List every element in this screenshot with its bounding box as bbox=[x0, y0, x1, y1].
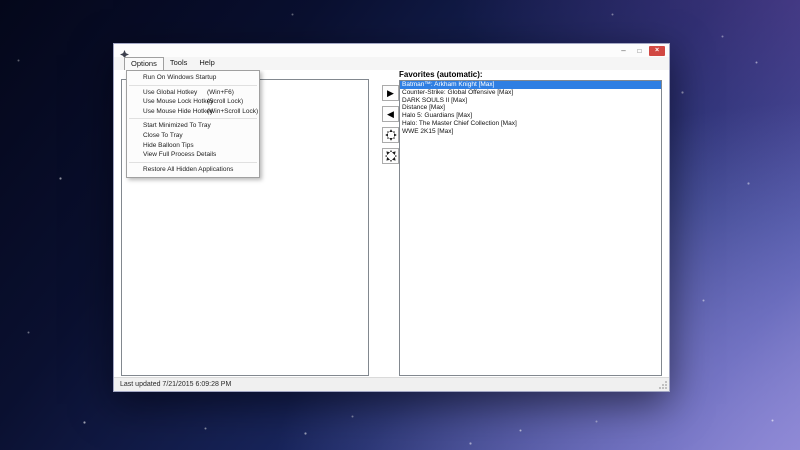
menu-item-shortcut: (Scroll Lock) bbox=[207, 97, 243, 107]
options-menu-dropdown: Run On Windows Startup Use Global Hotkey… bbox=[126, 70, 260, 178]
titlebar[interactable]: – □ × bbox=[114, 44, 669, 57]
menubar: Options Tools Help bbox=[114, 57, 669, 70]
menu-separator bbox=[129, 85, 257, 86]
favorites-item[interactable]: Halo 5: Guardians [Max] bbox=[400, 112, 661, 120]
favorites-item[interactable]: Batman™: Arkham Knight [Max] bbox=[400, 81, 661, 89]
dotted-square-arrows-icon bbox=[385, 150, 397, 162]
remove-from-favorites-button[interactable]: ◀ bbox=[382, 106, 399, 122]
menu-item-shortcut: (Win+Scroll Lock) bbox=[207, 107, 258, 117]
favorites-item[interactable]: Counter-Strike: Global Offensive [Max] bbox=[400, 89, 661, 97]
app-window: – □ × Options Tools Help ▶ bbox=[113, 43, 670, 392]
statusbar: Last updated 7/21/2015 6:09:28 PM bbox=[114, 377, 669, 391]
favorites-item[interactable]: WWE 2K15 [Max] bbox=[400, 128, 661, 136]
caption-buttons: – □ × bbox=[617, 46, 665, 56]
dotted-circle-arrows-icon bbox=[385, 129, 397, 141]
menu-item-label: Run On Windows Startup bbox=[143, 74, 216, 81]
menu-item-start-minimized-to-tray[interactable]: Start Minimized To Tray bbox=[127, 121, 259, 131]
menu-item-use-mouse-hide-hotkey[interactable]: Use Mouse Hide Hotkey (Win+Scroll Lock) bbox=[127, 107, 259, 117]
menu-item-use-global-hotkey[interactable]: Use Global Hotkey (Win+F6) bbox=[127, 88, 259, 98]
content-area: ▶ ◀ bbox=[114, 70, 669, 378]
menu-item-restore-all-hidden-applications[interactable]: Restore All Hidden Applications bbox=[127, 165, 259, 175]
menu-item-label: Restore All Hidden Applications bbox=[143, 166, 233, 173]
maximize-icon: □ bbox=[638, 47, 642, 56]
menu-separator bbox=[129, 162, 257, 163]
menu-separator bbox=[129, 118, 257, 119]
menu-item-label: Close To Tray bbox=[143, 132, 183, 139]
menu-options[interactable]: Options bbox=[124, 57, 164, 70]
menu-item-label: Use Mouse Hide Hotkey bbox=[143, 108, 213, 115]
menu-item-use-mouse-lock-hotkey[interactable]: Use Mouse Lock Hotkey (Scroll Lock) bbox=[127, 97, 259, 107]
maximize-button[interactable]: □ bbox=[633, 47, 646, 56]
menu-help[interactable]: Help bbox=[193, 57, 220, 70]
menu-item-view-full-process-details[interactable]: View Full Process Details bbox=[127, 150, 259, 160]
right-triangle-icon: ▶ bbox=[387, 88, 394, 99]
menu-item-label: View Full Process Details bbox=[143, 151, 216, 158]
close-icon: × bbox=[655, 46, 659, 56]
mouse-lock-button[interactable] bbox=[382, 127, 399, 143]
mouse-hide-button[interactable] bbox=[382, 148, 399, 164]
favorites-label: Favorites (automatic): bbox=[399, 70, 483, 79]
borderless-gaming-icon bbox=[120, 46, 129, 55]
favorites-item[interactable]: DARK SOULS II [Max] bbox=[400, 97, 661, 105]
menu-item-hide-balloon-tips[interactable]: Hide Balloon Tips bbox=[127, 141, 259, 151]
resize-grip[interactable] bbox=[658, 380, 668, 390]
minimize-icon: – bbox=[621, 49, 625, 53]
left-triangle-icon: ◀ bbox=[387, 109, 394, 120]
add-to-favorites-button[interactable]: ▶ bbox=[382, 85, 399, 101]
favorites-listbox[interactable]: Batman™: Arkham Knight [Max] Counter-Str… bbox=[399, 80, 662, 376]
menu-item-label: Use Global Hotkey bbox=[143, 89, 197, 96]
menu-item-shortcut: (Win+F6) bbox=[207, 88, 234, 98]
desktop-stars bbox=[0, 0, 1, 1]
menu-item-label: Use Mouse Lock Hotkey bbox=[143, 98, 213, 105]
menu-item-close-to-tray[interactable]: Close To Tray bbox=[127, 131, 259, 141]
status-text: Last updated 7/21/2015 6:09:28 PM bbox=[120, 381, 231, 388]
favorites-item[interactable]: Distance [Max] bbox=[400, 104, 661, 112]
close-button[interactable]: × bbox=[649, 46, 665, 56]
menu-tools[interactable]: Tools bbox=[164, 57, 194, 70]
menu-item-label: Start Minimized To Tray bbox=[143, 122, 211, 129]
transfer-buttons: ▶ ◀ bbox=[382, 85, 400, 169]
favorites-item[interactable]: Halo: The Master Chief Collection [Max] bbox=[400, 120, 661, 128]
desktop: – □ × Options Tools Help ▶ bbox=[0, 0, 800, 450]
minimize-button[interactable]: – bbox=[617, 47, 630, 56]
menu-item-run-on-windows-startup[interactable]: Run On Windows Startup bbox=[127, 73, 259, 83]
menu-item-label: Hide Balloon Tips bbox=[143, 142, 194, 149]
